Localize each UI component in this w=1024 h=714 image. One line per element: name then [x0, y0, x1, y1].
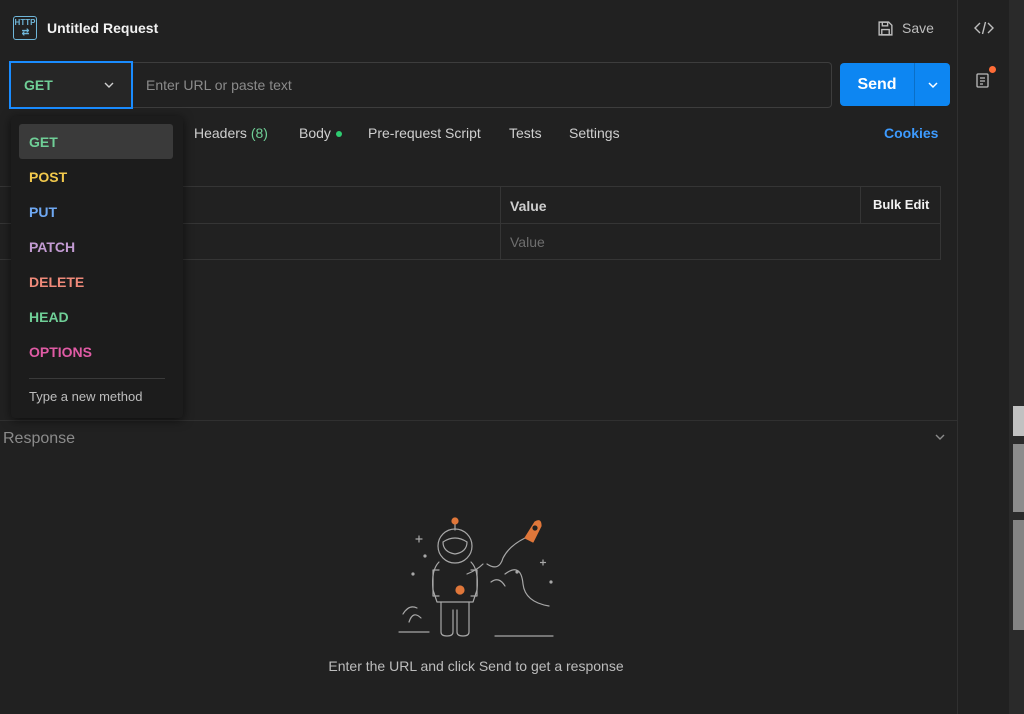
- method-dropdown: GET POST PUT PATCH DELETE HEAD OPTIONS T…: [11, 116, 183, 418]
- tab-tests[interactable]: Tests: [509, 125, 542, 141]
- column-divider: [500, 187, 501, 259]
- http-icon-text: HTTP: [14, 18, 36, 27]
- method-option-patch[interactable]: PATCH: [19, 229, 173, 264]
- headers-count: (8): [250, 125, 268, 141]
- chevron-down-icon: [104, 82, 114, 88]
- send-options-button[interactable]: [914, 63, 950, 106]
- column-header-value: Value: [510, 198, 547, 214]
- empty-response-message: Enter the URL and click Send to get a re…: [328, 658, 624, 674]
- cookies-link[interactable]: Cookies: [884, 125, 938, 141]
- method-option-label: GET: [29, 133, 58, 150]
- request-info-button[interactable]: [972, 66, 996, 92]
- scrollbar-thumb[interactable]: [1013, 406, 1024, 436]
- tab-headers[interactable]: Headers (8): [194, 125, 268, 141]
- code-snippet-button[interactable]: [972, 16, 996, 40]
- astronaut-illustration: [398, 517, 554, 637]
- document-info-icon: [976, 73, 989, 88]
- method-option-label: PATCH: [29, 238, 76, 255]
- tab-settings[interactable]: Settings: [569, 125, 620, 141]
- method-option-label: HEAD: [29, 308, 69, 325]
- method-option-delete[interactable]: DELETE: [19, 264, 173, 299]
- request-title[interactable]: Untitled Request: [47, 20, 158, 36]
- custom-method-option[interactable]: Type a new method: [29, 389, 142, 404]
- method-option-label: DELETE: [29, 273, 85, 290]
- dropdown-divider: [29, 378, 165, 379]
- response-divider[interactable]: [0, 420, 957, 421]
- method-option-get[interactable]: GET: [19, 124, 173, 159]
- method-value: GET: [24, 77, 53, 93]
- http-request-icon: HTTP ⇄: [13, 16, 37, 40]
- column-divider: [860, 187, 861, 223]
- url-input[interactable]: [133, 62, 832, 108]
- param-value-input[interactable]: [502, 225, 938, 258]
- chevron-down-icon: [927, 81, 938, 88]
- tab-pre-request-script[interactable]: Pre-request Script: [368, 125, 481, 141]
- send-button[interactable]: Send: [840, 63, 914, 106]
- response-title: Response: [3, 430, 76, 447]
- code-icon: [974, 21, 994, 35]
- chevron-down-icon[interactable]: [934, 431, 946, 443]
- swap-arrows-icon: ⇄: [21, 27, 30, 37]
- bulk-edit-button[interactable]: Bulk Edit: [873, 197, 929, 212]
- scrollbar-thumb[interactable]: [1013, 520, 1024, 630]
- method-option-post[interactable]: POST: [19, 159, 173, 194]
- request-header: HTTP ⇄ Untitled Request Save: [0, 0, 958, 56]
- save-icon: [878, 20, 893, 36]
- method-option-head[interactable]: HEAD: [19, 299, 173, 334]
- body-indicator-dot: [335, 131, 342, 138]
- right-sidebar: [957, 0, 1009, 714]
- tab-body[interactable]: Body: [299, 125, 342, 141]
- tab-label: Headers: [194, 125, 247, 141]
- scrollbar-thumb[interactable]: [1013, 444, 1024, 512]
- save-button[interactable]: Save: [877, 17, 934, 39]
- method-option-label: OPTIONS: [29, 343, 93, 360]
- tab-label: Body: [299, 125, 331, 141]
- save-label: Save: [902, 20, 934, 36]
- method-select[interactable]: GET: [9, 61, 133, 109]
- method-option-options[interactable]: OPTIONS: [19, 334, 173, 369]
- method-option-label: PUT: [29, 203, 57, 220]
- notification-dot: [989, 66, 996, 73]
- method-option-put[interactable]: PUT: [19, 194, 173, 229]
- method-option-label: POST: [29, 168, 68, 185]
